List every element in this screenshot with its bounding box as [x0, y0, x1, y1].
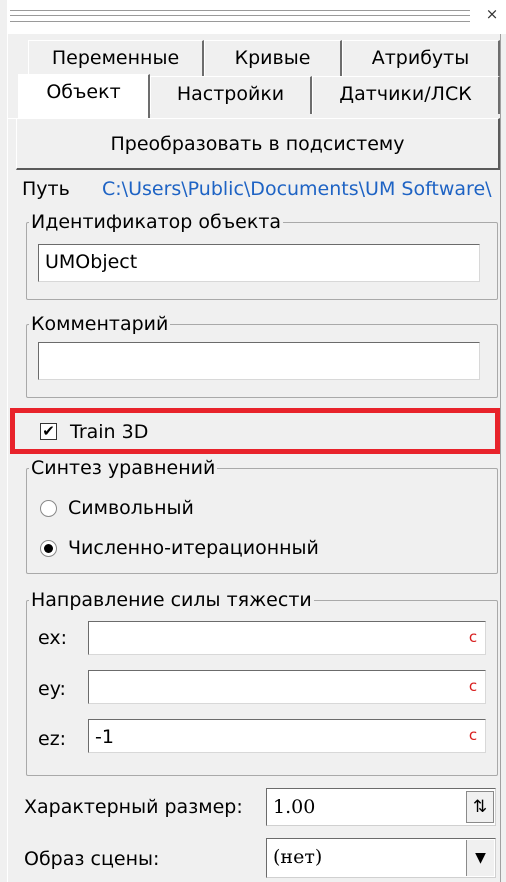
ez-clear-button[interactable]: c: [462, 720, 484, 752]
ex-field[interactable]: [88, 621, 486, 655]
tab-curves[interactable]: Кривые: [204, 40, 342, 76]
right-edge: [500, 34, 506, 882]
train3d-checkbox[interactable]: ✔: [40, 423, 57, 440]
radio-numeric[interactable]: [40, 540, 57, 557]
ey-field[interactable]: [88, 670, 486, 704]
ex-label: ex:: [38, 627, 68, 649]
object-id-legend: Идентификатор объекта: [31, 211, 282, 233]
path-value: C:\Users\Public\Documents\UM Software\: [102, 178, 492, 200]
ez-field[interactable]: -1: [88, 719, 486, 753]
ez-label: ez:: [38, 728, 67, 750]
comment-legend: Комментарий: [31, 313, 169, 335]
tab-variables[interactable]: Переменные: [28, 40, 204, 76]
radio-numeric-label: Численно-итерационный: [68, 537, 319, 559]
scene-image-label: Образ сцены:: [24, 848, 160, 870]
ex-clear-button[interactable]: c: [462, 622, 484, 654]
path-label: Путь: [22, 178, 70, 200]
checkmark-icon: ✔: [42, 422, 55, 440]
train3d-label: Train 3D: [70, 421, 149, 443]
comment-field[interactable]: [38, 342, 480, 380]
tab-sensors[interactable]: Датчики/ЛСК: [312, 76, 500, 114]
chevron-down-icon[interactable]: ▼: [466, 840, 494, 876]
radio-symbolic[interactable]: [40, 500, 57, 517]
char-size-field[interactable]: 1.00: [266, 788, 496, 826]
char-size-label: Характерный размер:: [24, 796, 243, 818]
scene-image-select[interactable]: (нет): [266, 838, 496, 878]
ey-clear-button[interactable]: c: [462, 671, 484, 703]
tab-object[interactable]: Объект: [18, 74, 150, 118]
object-id-field[interactable]: UMObject: [38, 244, 480, 282]
radio-symbolic-label: Символьный: [68, 497, 194, 519]
close-icon[interactable]: ×: [482, 4, 502, 24]
drag-grip[interactable]: [10, 10, 470, 22]
tab-attributes[interactable]: Атрибуты: [342, 40, 500, 76]
spin-icon[interactable]: ⇅: [466, 791, 494, 823]
radio-dot: [44, 544, 53, 553]
left-edge: [0, 0, 8, 882]
convert-to-subsystem-button[interactable]: Преобразовать в подсистему: [16, 118, 500, 170]
ey-label: ey:: [38, 678, 66, 700]
gravity-legend: Направление силы тяжести: [31, 589, 312, 611]
tab-settings[interactable]: Настройки: [150, 76, 312, 114]
equations-legend: Синтез уравнений: [31, 457, 216, 479]
